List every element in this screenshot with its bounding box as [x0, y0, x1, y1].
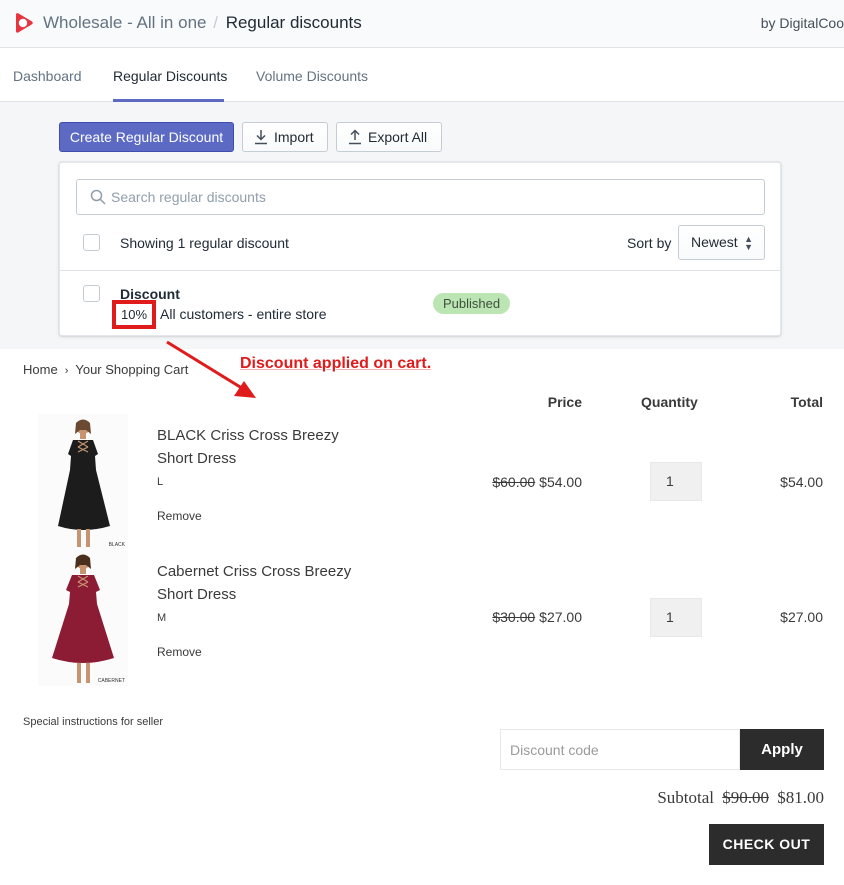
app-name-link[interactable]: Wholesale - All in one: [43, 13, 206, 32]
status-badge: Published: [433, 293, 511, 314]
upload-icon: [349, 129, 361, 145]
sort-select[interactable]: Newest ▲ ▼: [678, 225, 765, 260]
breadcrumb-chevron-icon: ›: [64, 365, 69, 377]
image-tag: BLACK: [108, 542, 125, 548]
breadcrumb-separator: /: [213, 13, 218, 32]
product-image[interactable]: CABERNET: [38, 550, 128, 686]
breadcrumb: Wholesale - All in one / Regular discoun…: [43, 13, 362, 33]
dress-black-image: [58, 419, 110, 547]
original-price: $60.00: [492, 474, 536, 490]
subtotal: Subtotal $90.00 $81.00: [657, 788, 824, 808]
app-header: Wholesale - All in one / Regular discoun…: [0, 0, 844, 48]
product-variant: L: [157, 476, 164, 488]
product-image[interactable]: BLACK: [38, 414, 128, 550]
discount-list-card: Showing 1 regular discount Sort by Newes…: [59, 162, 781, 336]
download-icon: [255, 130, 267, 145]
tab-regular-discounts[interactable]: Regular Discounts: [113, 68, 227, 84]
tab-dashboard[interactable]: Dashboard: [13, 68, 82, 84]
discount-row-checkbox[interactable]: [83, 285, 100, 302]
showing-count-text: Showing 1 regular discount: [120, 235, 289, 251]
apply-discount-button[interactable]: Apply: [740, 729, 824, 770]
app-logo-icon: [16, 13, 33, 33]
remove-item-link[interactable]: Remove: [157, 645, 202, 659]
quantity-input[interactable]: 1: [650, 462, 702, 501]
create-regular-discount-button[interactable]: Create Regular Discount: [59, 122, 234, 152]
nav-tabs: Dashboard Regular Discounts Volume Disco…: [0, 49, 844, 102]
original-price: $30.00: [492, 609, 536, 625]
export-all-button[interactable]: Export All: [336, 122, 442, 152]
remove-item-link[interactable]: Remove: [157, 509, 202, 523]
discounted-price: $54.00: [539, 474, 582, 490]
breadcrumb-home-link[interactable]: Home: [23, 362, 58, 377]
column-header-price: Price: [547, 394, 582, 410]
line-total: $54.00: [780, 474, 823, 490]
export-all-button-label: Export All: [368, 129, 428, 145]
developer-byline: by DigitalCoo: [760, 15, 844, 31]
image-tag: CABERNET: [97, 678, 125, 684]
discount-description: All customers - entire store: [160, 306, 327, 322]
search-field: [76, 179, 765, 215]
line-total: $27.00: [780, 609, 823, 625]
product-name-link[interactable]: Cabernet Criss Cross Breezy Short Dress: [157, 560, 357, 606]
special-instructions-label[interactable]: Special instructions for seller: [23, 716, 163, 728]
subtotal-original: $90.00: [722, 788, 769, 807]
discounted-price: $27.00: [539, 609, 582, 625]
product-name-link[interactable]: BLACK Criss Cross Breezy Short Dress: [157, 424, 357, 470]
subtotal-value: $81.00: [777, 788, 824, 807]
page-title: Regular discounts: [225, 13, 362, 32]
quantity-input[interactable]: 1: [650, 598, 702, 637]
search-input[interactable]: [111, 187, 751, 207]
store-breadcrumb: Home › Your Shopping Cart: [23, 362, 188, 377]
subtotal-label: Subtotal: [657, 788, 714, 807]
annotation-label: Discount applied on cart.: [240, 355, 432, 372]
column-header-total: Total: [790, 394, 823, 410]
tab-volume-discounts[interactable]: Volume Discounts: [256, 68, 368, 84]
sort-label: Sort by: [627, 235, 672, 251]
import-button[interactable]: Import: [242, 122, 328, 152]
breadcrumb-cart: Your Shopping Cart: [75, 362, 189, 377]
import-button-label: Import: [274, 129, 314, 145]
product-price: $30.00 $27.00: [492, 609, 582, 625]
divider: [60, 270, 780, 271]
product-variant: M: [157, 612, 167, 624]
select-arrows-icon: ▲ ▼: [744, 234, 753, 252]
product-price: $60.00 $54.00: [492, 474, 582, 490]
sort-select-value: Newest: [691, 234, 738, 250]
search-icon: [90, 189, 106, 205]
dress-cabernet-image: [52, 554, 114, 683]
checkout-button[interactable]: CHECK OUT: [709, 824, 824, 865]
discount-percent-highlight: 10%: [112, 300, 156, 329]
select-all-checkbox[interactable]: [83, 234, 100, 251]
column-header-quantity: Quantity: [641, 394, 698, 410]
discount-code-input[interactable]: [500, 729, 740, 770]
